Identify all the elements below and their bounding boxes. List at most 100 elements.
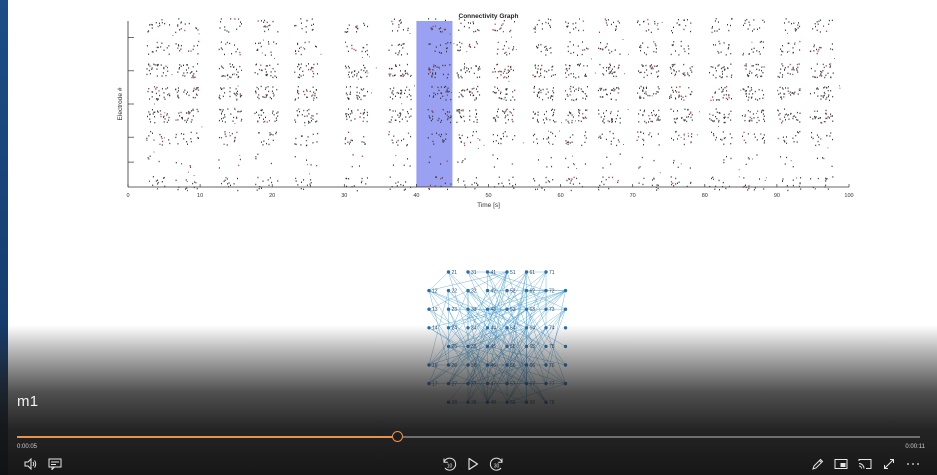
graph-node — [427, 363, 431, 367]
graph-node — [485, 270, 490, 274]
graph-node-label: 34 — [471, 326, 477, 332]
graph-node — [524, 363, 529, 367]
graph-node — [563, 326, 568, 330]
graph-node-label: 57 — [510, 381, 516, 387]
graph-node — [485, 363, 490, 367]
graph-node-label: 62 — [530, 288, 536, 294]
more-button[interactable] — [904, 456, 922, 472]
graph-node-label: 73 — [549, 307, 555, 313]
graph-node-label: 33 — [471, 307, 477, 313]
graph-node — [446, 307, 451, 311]
graph-node — [563, 288, 568, 293]
graph-node-label: 12 — [432, 288, 438, 294]
graph-node — [544, 270, 548, 274]
svg-text:10: 10 — [447, 464, 453, 470]
graph-node-label: 78 — [549, 400, 555, 406]
graph-node — [446, 326, 451, 330]
graph-node-label: 64 — [530, 326, 536, 332]
seek-bar[interactable] — [17, 431, 920, 442]
graph-node — [505, 288, 509, 293]
graph-node-label: 65 — [530, 344, 536, 350]
graph-node — [485, 381, 490, 386]
graph-node-label: 48 — [491, 400, 497, 406]
graph-node — [544, 363, 548, 367]
video-frame: Connectivity Graph 0 10 20 30 40 50 60 70 80 90 100… — [8, 0, 937, 475]
seek-thumb[interactable] — [392, 431, 404, 442]
graph-node — [505, 344, 509, 349]
graph-node — [427, 381, 431, 386]
graph-node — [466, 326, 470, 330]
graph-node — [466, 270, 470, 274]
window-edge — [0, 0, 8, 475]
graph-node — [466, 344, 470, 349]
forward-30-icon: 30 — [489, 457, 503, 471]
graph-node-label: 14 — [432, 326, 438, 332]
total-time: 0:00:11 — [905, 444, 925, 450]
graph-node-label: 35 — [471, 344, 477, 350]
graph-node-label: 54 — [510, 326, 516, 332]
mini-view-button[interactable] — [832, 456, 850, 472]
graph-node-label: 71 — [549, 270, 555, 276]
volume-button[interactable] — [22, 456, 40, 472]
graph-node-label: 45 — [491, 344, 497, 350]
graph-node — [524, 400, 529, 404]
play-button[interactable] — [464, 456, 482, 472]
graph-edge — [428, 346, 488, 366]
forward-button[interactable]: 30 — [488, 456, 506, 472]
graph-node-label: 63 — [530, 307, 536, 313]
cast-button[interactable] — [856, 456, 874, 472]
graph-node — [505, 400, 509, 404]
graph-node-label: 58 — [510, 400, 516, 406]
graph-node-label: 13 — [432, 307, 438, 313]
graph-node — [446, 381, 451, 386]
graph-node — [446, 288, 451, 293]
rewind-button[interactable]: 10 — [440, 456, 458, 472]
graph-node-label: 23 — [452, 307, 458, 313]
play-icon — [468, 457, 479, 471]
graph-node-label: 67 — [530, 381, 536, 387]
graph-node — [544, 288, 548, 293]
graph-node-label: 22 — [452, 288, 458, 294]
graph-node — [505, 381, 509, 386]
volume-icon — [24, 458, 37, 470]
graph-node — [446, 344, 451, 349]
more-icon — [907, 463, 919, 465]
graph-node-label: 52 — [510, 288, 516, 294]
graph-node-label: 38 — [471, 400, 477, 406]
captions-button[interactable] — [46, 456, 64, 472]
graph-node-label: 75 — [549, 344, 555, 350]
connectivity-graph: 21 31 41 51 61 71 12 22 32 42 52 62 72 13 23 33 43 53 63 73… — [427, 270, 568, 406]
graph-node — [563, 344, 568, 349]
video-title: m1 — [17, 393, 39, 410]
graph-node-label: 24 — [452, 326, 458, 332]
fullscreen-button[interactable] — [880, 456, 898, 472]
graph-node — [563, 381, 568, 386]
current-time: 0:00:05 — [17, 444, 38, 450]
graph-node — [505, 270, 509, 274]
graph-node — [524, 270, 529, 274]
graph-node — [563, 363, 568, 367]
graph-node-label: 47 — [491, 381, 497, 387]
graph-node — [446, 400, 451, 404]
graph-node-label: 44 — [491, 326, 497, 332]
graph-node-label: 25 — [452, 344, 458, 350]
graph-node — [524, 344, 529, 349]
pen-icon — [811, 458, 823, 470]
captions-icon — [48, 458, 62, 470]
cast-icon — [858, 459, 872, 469]
graph-node-label: 72 — [549, 288, 555, 294]
graph-node — [466, 307, 470, 311]
graph-node-label: 76 — [549, 363, 555, 369]
graph-node — [505, 363, 509, 367]
graph-node-label: 46 — [491, 363, 497, 369]
graph-node-label: 16 — [432, 363, 438, 369]
fullscreen-icon — [884, 459, 894, 469]
graph-edge — [506, 364, 566, 384]
pen-button[interactable] — [808, 456, 826, 472]
graph-node — [446, 270, 451, 274]
graph-node-label: 17 — [432, 381, 438, 387]
graph-node — [446, 363, 451, 367]
graph-node — [427, 326, 431, 330]
graph-node — [524, 307, 529, 311]
graph-node-label: 43 — [491, 307, 497, 313]
